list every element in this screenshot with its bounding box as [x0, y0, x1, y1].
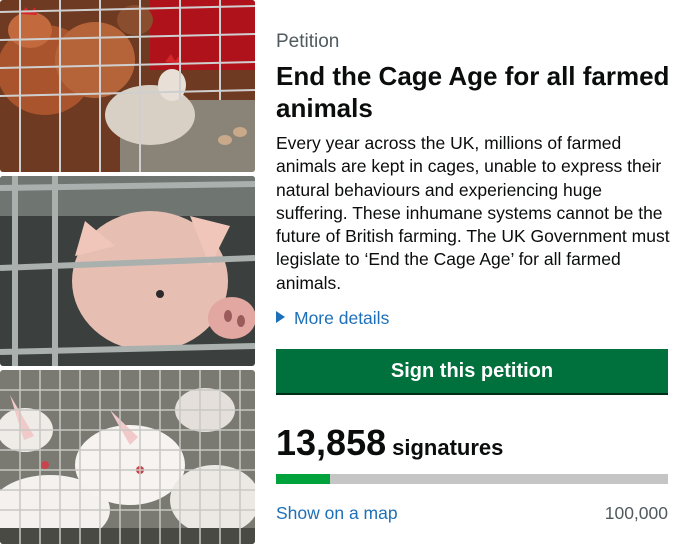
caged-pig-photo — [0, 176, 255, 366]
sign-petition-button[interactable]: Sign this petition — [276, 349, 668, 393]
petition-description: Every year across the UK, millions of fa… — [276, 133, 670, 293]
signature-count-value: 13,858 — [276, 422, 387, 463]
petition-title: End the Cage Age for all farmed animals — [276, 61, 670, 123]
signature-count-label: signatures — [392, 435, 504, 460]
caged-rabbits-photo — [0, 370, 255, 544]
petition-caption: Petition — [276, 31, 340, 52]
more-details-label: More details — [294, 308, 390, 328]
more-details-toggle[interactable]: More details — [276, 308, 389, 329]
signature-progress-fill — [276, 474, 331, 484]
photo-column — [0, 0, 255, 544]
signature-progress-bar — [276, 474, 668, 484]
disclosure-triangle-icon — [276, 311, 285, 323]
caged-hens-photo — [0, 0, 255, 172]
signature-target: 100,000 — [604, 503, 668, 523]
show-on-map-link[interactable]: Show on a map — [276, 503, 398, 524]
signature-count: 13,858 signatures — [276, 422, 503, 464]
